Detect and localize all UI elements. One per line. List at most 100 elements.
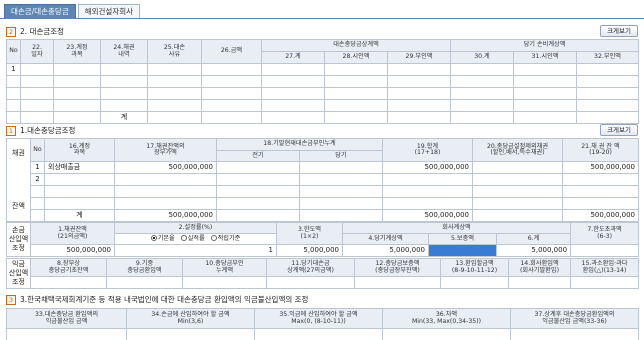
empty-input[interactable] bbox=[513, 75, 577, 88]
empty-input[interactable] bbox=[324, 87, 388, 100]
empty-input[interactable] bbox=[450, 99, 514, 112]
empty-input[interactable] bbox=[147, 87, 202, 100]
section2-view-button[interactable]: 크게보기 bbox=[600, 25, 638, 37]
empty-input[interactable] bbox=[53, 99, 101, 112]
section2-title: 2. 대손금조정 bbox=[20, 27, 65, 36]
empty-input[interactable] bbox=[44, 185, 115, 198]
section1-view-button[interactable]: 크게보기 bbox=[600, 124, 638, 136]
supplement-input[interactable] bbox=[428, 244, 497, 257]
empty-input[interactable] bbox=[114, 173, 217, 186]
empty-input[interactable] bbox=[472, 197, 563, 210]
empty-input[interactable] bbox=[20, 87, 54, 100]
radio-basic[interactable]: 기본율 bbox=[150, 235, 175, 242]
bond-input[interactable] bbox=[100, 63, 148, 76]
empty-input[interactable] bbox=[387, 99, 451, 112]
empty-input[interactable] bbox=[472, 173, 563, 186]
empty-input[interactable] bbox=[216, 197, 300, 210]
empty-input[interactable] bbox=[216, 173, 300, 186]
empty-input[interactable] bbox=[299, 173, 383, 186]
c30-input[interactable] bbox=[450, 63, 514, 76]
account-input[interactable] bbox=[53, 63, 101, 76]
empty-input[interactable] bbox=[513, 99, 577, 112]
empty-input[interactable] bbox=[114, 197, 217, 210]
c33-value bbox=[6, 328, 127, 340]
empty-input[interactable] bbox=[216, 185, 300, 198]
empty-input[interactable] bbox=[324, 99, 388, 112]
empty-input[interactable] bbox=[562, 173, 639, 186]
empty-input[interactable] bbox=[299, 197, 383, 210]
empty-input[interactable] bbox=[387, 75, 451, 88]
col-account: 23.계정 과목 bbox=[53, 39, 101, 64]
empty-input[interactable] bbox=[20, 99, 54, 112]
empty-input[interactable] bbox=[387, 87, 451, 100]
radio-actual-label: 실적률 bbox=[187, 235, 205, 243]
empty-input[interactable] bbox=[575, 87, 640, 100]
empty-input[interactable] bbox=[20, 75, 54, 88]
empty-cell bbox=[450, 111, 514, 124]
empty-input[interactable] bbox=[201, 99, 262, 112]
curr-input[interactable] bbox=[299, 161, 383, 174]
empty-input[interactable] bbox=[114, 185, 217, 198]
c27-input[interactable] bbox=[261, 63, 325, 76]
current-amount-input[interactable]: 5,000,000 bbox=[342, 244, 429, 257]
c32-input[interactable] bbox=[575, 63, 640, 76]
empty-input[interactable] bbox=[382, 185, 473, 198]
opening-balance-input[interactable] bbox=[30, 276, 107, 289]
tab-bad-debt[interactable]: 대손금/대손충당금 bbox=[4, 4, 76, 19]
section1-title: 1.대손충당금조정 bbox=[20, 126, 76, 135]
col-2: 2.설정률(%) bbox=[114, 222, 277, 234]
reason-input[interactable] bbox=[147, 63, 202, 76]
empty-input[interactable] bbox=[575, 99, 640, 112]
empty-input[interactable] bbox=[201, 87, 262, 100]
account-input[interactable]: 외상매출금 bbox=[44, 161, 115, 174]
empty-input[interactable] bbox=[382, 197, 473, 210]
empty-input[interactable] bbox=[261, 87, 325, 100]
excluded-input[interactable] bbox=[472, 161, 563, 174]
tab-overseas-construction[interactable]: 해외건설자회사 bbox=[77, 4, 141, 19]
c28-input[interactable] bbox=[324, 63, 388, 76]
col-29: 29.부인액 bbox=[387, 51, 451, 64]
rate-input[interactable]: 1 bbox=[114, 244, 277, 257]
empty-input[interactable] bbox=[100, 75, 148, 88]
empty-input[interactable] bbox=[53, 75, 101, 88]
empty-input[interactable] bbox=[299, 185, 383, 198]
c31-input[interactable] bbox=[513, 63, 577, 76]
radio-actual[interactable]: 실적률 bbox=[180, 235, 205, 243]
empty-cell bbox=[20, 111, 54, 124]
empty-input[interactable] bbox=[450, 87, 514, 100]
empty-input[interactable] bbox=[324, 75, 388, 88]
empty-input[interactable] bbox=[472, 185, 563, 198]
empty-input[interactable] bbox=[575, 75, 640, 88]
empty-input[interactable] bbox=[450, 75, 514, 88]
empty-input[interactable] bbox=[44, 173, 115, 186]
empty-input[interactable] bbox=[53, 87, 101, 100]
empty-cell bbox=[472, 209, 563, 222]
cumulative-input[interactable] bbox=[182, 276, 267, 289]
empty-input[interactable] bbox=[562, 197, 639, 210]
prev-input[interactable] bbox=[216, 161, 300, 174]
empty-input[interactable] bbox=[261, 99, 325, 112]
empty-input[interactable] bbox=[100, 87, 148, 100]
col-amount: 26.금액 bbox=[201, 39, 262, 64]
empty-input[interactable] bbox=[513, 87, 577, 100]
c29-input[interactable] bbox=[387, 63, 451, 76]
empty-input[interactable] bbox=[382, 173, 473, 186]
empty-cell bbox=[30, 209, 45, 222]
col-34: 34.손금에 산입하여야 할 금액 Min(3,6) bbox=[126, 308, 255, 329]
empty-input[interactable] bbox=[562, 185, 639, 198]
empty-input[interactable] bbox=[100, 99, 148, 112]
amount-input[interactable] bbox=[201, 63, 262, 76]
empty-input[interactable] bbox=[44, 197, 115, 210]
empty-input[interactable] bbox=[201, 75, 262, 88]
tab-bar: 대손금/대손충당금 해외건설자회사 bbox=[4, 4, 142, 19]
excess-value bbox=[570, 244, 640, 257]
book-value-input[interactable]: 500,000,000 bbox=[114, 161, 217, 174]
empty-input[interactable] bbox=[261, 75, 325, 88]
radio-reserve[interactable]: 적립기준 bbox=[210, 235, 240, 242]
company-reversal-input[interactable] bbox=[508, 276, 571, 289]
reversal-input[interactable] bbox=[106, 276, 183, 289]
date-input[interactable] bbox=[20, 63, 54, 76]
empty-input[interactable] bbox=[147, 99, 202, 112]
c36-value bbox=[382, 328, 511, 340]
empty-input[interactable] bbox=[147, 75, 202, 88]
